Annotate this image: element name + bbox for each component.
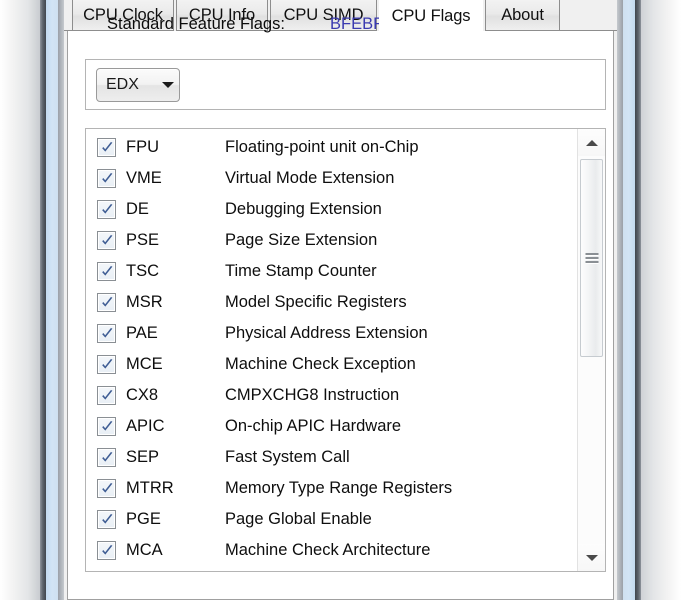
flag-abbreviation: PGE xyxy=(126,510,161,528)
cpu-flags-list: FPU Floating-point unit on-Chip VME Virtual… xyxy=(86,132,573,566)
flag-abbreviation: MTRR xyxy=(126,479,174,497)
flag-description: Fast System Call xyxy=(225,448,350,466)
flag-description: Model Specific Registers xyxy=(225,293,407,311)
flag-checkbox[interactable] xyxy=(97,200,116,219)
tab-label: CPU Flags xyxy=(391,6,471,25)
feature-flags-label: Standard Feature Flags: xyxy=(107,15,285,33)
flag-abbreviation: FPU xyxy=(126,138,159,156)
flag-abbreviation: DE xyxy=(126,200,149,218)
flag-description: Page Size Extension xyxy=(225,231,378,249)
flag-abbreviation: VME xyxy=(126,169,162,187)
flag-abbreviation: MSR xyxy=(126,293,163,311)
window-border-right-inner xyxy=(617,0,623,600)
register-select[interactable]: EDX xyxy=(96,68,180,102)
flag-row[interactable]: DE Debugging Extension xyxy=(86,194,573,225)
scroll-up-button[interactable] xyxy=(578,129,605,156)
flag-row[interactable]: FPU Floating-point unit on-Chip xyxy=(86,132,573,163)
flag-checkbox[interactable] xyxy=(97,262,116,281)
flag-checkbox[interactable] xyxy=(97,448,116,467)
cpu-flags-list-panel: FPU Floating-point unit on-Chip VME Virtual… xyxy=(85,128,606,572)
scroll-down-button[interactable] xyxy=(578,544,605,571)
window-frame-right-glass xyxy=(641,0,681,600)
flag-row[interactable]: VME Virtual Mode Extension xyxy=(86,163,573,194)
flag-abbreviation: PAE xyxy=(126,324,158,342)
flag-row[interactable]: MCA Machine Check Architecture xyxy=(86,535,573,566)
triangle-down-icon xyxy=(585,554,598,561)
flag-description: Memory Type Range Registers xyxy=(225,479,453,497)
flag-description: Debugging Extension xyxy=(225,200,382,218)
flag-description: Virtual Mode Extension xyxy=(225,169,395,187)
flag-row[interactable]: PSE Page Size Extension xyxy=(86,225,573,256)
flag-row[interactable]: MTRR Memory Type Range Registers xyxy=(86,473,573,504)
tab-bar-filler xyxy=(560,0,617,31)
flag-row[interactable]: MSR Model Specific Registers xyxy=(86,287,573,318)
flag-abbreviation: SEP xyxy=(126,448,160,466)
flag-description: CMPXCHG8 Instruction xyxy=(225,386,400,404)
flag-row[interactable]: PAE Physical Address Extension xyxy=(86,318,573,349)
tab-cpu-flags[interactable]: CPU Flags xyxy=(379,0,483,32)
flag-row[interactable]: CX8 CMPXCHG8 Instruction xyxy=(86,380,573,411)
flag-abbreviation: MCE xyxy=(126,355,163,373)
flag-description: Floating-point unit on-Chip xyxy=(225,138,419,156)
flag-abbreviation: PSE xyxy=(126,231,160,249)
flag-abbreviation: APIC xyxy=(126,417,165,435)
flag-abbreviation: TSC xyxy=(126,262,159,280)
flag-checkbox[interactable] xyxy=(97,355,116,374)
register-select-value: EDX xyxy=(106,76,139,93)
flags-scrollbar[interactable] xyxy=(577,129,605,571)
flag-abbreviation: CX8 xyxy=(126,386,159,404)
flag-checkbox[interactable] xyxy=(97,417,116,436)
chevron-down-icon xyxy=(157,82,179,88)
flag-checkbox[interactable] xyxy=(97,541,116,560)
flag-row[interactable]: APIC On-chip APIC Hardware xyxy=(86,411,573,442)
flag-description: Physical Address Extension xyxy=(225,324,428,342)
flag-checkbox[interactable] xyxy=(97,138,116,157)
flag-abbreviation: MCA xyxy=(126,541,163,559)
tab-label: About xyxy=(501,5,544,24)
scrollbar-thumb[interactable] xyxy=(580,159,603,357)
register-selector-panel: EDX xyxy=(85,59,606,110)
flag-checkbox[interactable] xyxy=(97,479,116,498)
flag-checkbox[interactable] xyxy=(97,231,116,250)
tab-bar-leading xyxy=(64,0,72,31)
flag-checkbox[interactable] xyxy=(97,324,116,343)
flag-checkbox[interactable] xyxy=(97,169,116,188)
triangle-up-icon xyxy=(585,139,598,146)
scrollbar-track[interactable] xyxy=(578,156,605,544)
flag-description: On-chip APIC Hardware xyxy=(225,417,402,435)
flag-row[interactable]: PGE Page Global Enable xyxy=(86,504,573,535)
grip-lines-icon xyxy=(585,251,598,265)
flag-checkbox[interactable] xyxy=(97,510,116,529)
window-border-left-accent xyxy=(46,0,58,600)
flag-checkbox[interactable] xyxy=(97,386,116,405)
window-border-right-accent xyxy=(623,0,635,600)
window-border-right-dark xyxy=(635,0,641,600)
window-frame-left-glass xyxy=(0,0,40,600)
flag-row[interactable]: SEP Fast System Call xyxy=(86,442,573,473)
flag-description: Machine Check Architecture xyxy=(225,541,431,559)
flag-checkbox[interactable] xyxy=(97,293,116,312)
flag-description: Machine Check Exception xyxy=(225,355,416,373)
flag-description: Page Global Enable xyxy=(225,510,372,528)
flag-row[interactable]: TSC Time Stamp Counter xyxy=(86,256,573,287)
flag-row[interactable]: MCE Machine Check Exception xyxy=(86,349,573,380)
tab-about[interactable]: About xyxy=(485,0,560,31)
flag-description: Time Stamp Counter xyxy=(225,262,377,280)
application-window: CPU Clock CPU Info CPU SIMD CPU Flags Ab… xyxy=(0,0,681,600)
